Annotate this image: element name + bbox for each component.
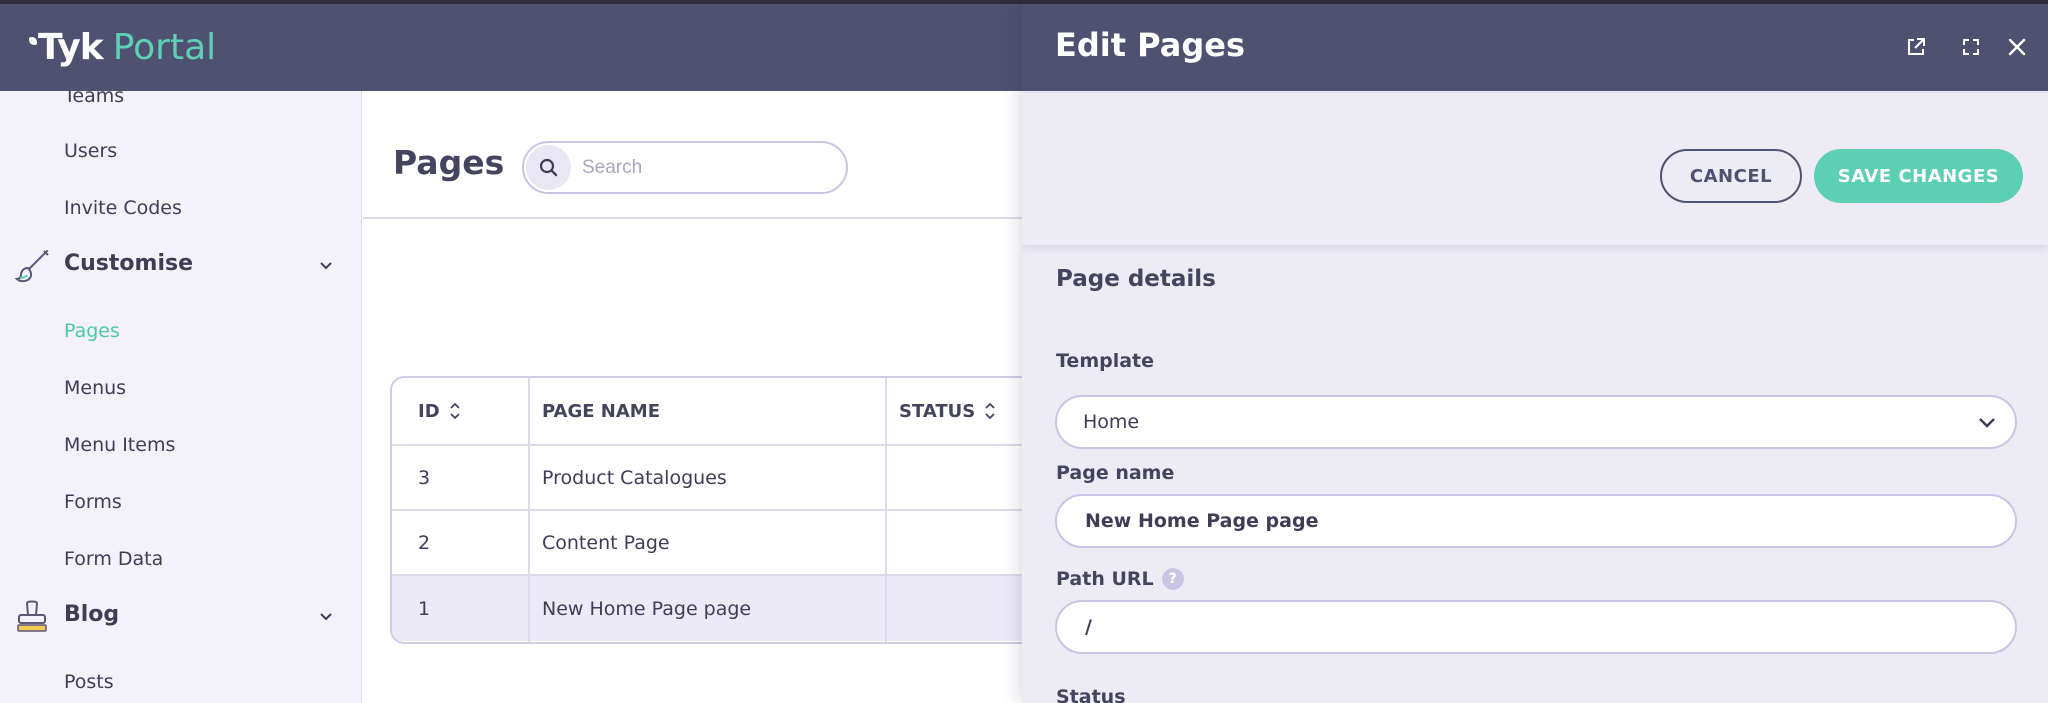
column-divider	[528, 378, 530, 642]
page-name-value: New Home Page page	[1085, 510, 1319, 532]
section-title: Page details	[1056, 266, 1216, 292]
sidebar-item-posts[interactable]: Posts	[64, 671, 114, 693]
cell-page-name: Content Page	[542, 531, 670, 554]
column-header-label: ID	[418, 400, 440, 422]
template-label: Template	[1056, 350, 1155, 372]
search-button[interactable]	[526, 145, 571, 190]
status-label: Status	[1056, 686, 1126, 703]
chevron-down-icon[interactable]	[318, 609, 334, 625]
search-input[interactable]	[582, 153, 832, 183]
cell-page-name: New Home Page page	[542, 597, 752, 620]
table-row[interactable]: 2 Content Page	[392, 511, 1088, 576]
page-name-label: Page name	[1056, 462, 1175, 484]
main-content: Pages ID PAGE NAME STATUS	[363, 91, 1090, 703]
sidebar-group-blog[interactable]: Blog	[0, 597, 361, 637]
cell-id: 3	[418, 466, 431, 489]
close-icon[interactable]	[2005, 35, 2029, 59]
sidebar-item-teams[interactable]: Teams	[64, 91, 124, 107]
sidebar-group-label: Blog	[64, 602, 120, 627]
sidebar-group-label: Customise	[64, 251, 194, 276]
expand-icon[interactable]	[1959, 35, 1983, 59]
column-header-status[interactable]: STATUS	[899, 378, 997, 444]
column-divider	[885, 378, 887, 642]
cell-id: 2	[418, 531, 431, 554]
column-header-label: STATUS	[899, 400, 976, 422]
save-changes-button[interactable]: SAVE CHANGES	[1814, 149, 2023, 203]
logo-leaf-icon	[29, 37, 37, 45]
cancel-button[interactable]: CANCEL	[1660, 149, 1802, 203]
page-title: Pages	[393, 143, 505, 182]
sort-icon[interactable]	[983, 401, 997, 421]
template-select[interactable]: Home	[1055, 395, 2017, 449]
table-row[interactable]: 1 New Home Page page	[392, 576, 1088, 641]
panel-header: Edit Pages	[1022, 4, 2048, 91]
sidebar-item-form-data[interactable]: Form Data	[64, 548, 163, 570]
sidebar-item-users[interactable]: Users	[64, 140, 117, 162]
sidebar: Teams Users Invite Codes Customise Pages…	[0, 91, 362, 703]
chevron-down-icon[interactable]	[318, 258, 334, 274]
page-name-field[interactable]: New Home Page page	[1055, 494, 2017, 548]
search-icon	[539, 158, 558, 177]
paintbrush-icon	[14, 250, 49, 283]
sidebar-item-forms[interactable]: Forms	[64, 491, 122, 513]
search-box[interactable]	[522, 141, 848, 194]
chevron-down-icon	[1979, 418, 1995, 428]
logo-product: Portal	[112, 27, 217, 68]
template-select-value: Home	[1083, 411, 1140, 433]
sidebar-group-customise[interactable]: Customise	[0, 246, 361, 286]
table-row[interactable]: 3 Product Catalogues	[392, 446, 1088, 511]
logo-brand: Tyk	[38, 27, 104, 68]
path-url-value: /	[1085, 616, 1092, 638]
table-header: ID PAGE NAME STATUS	[392, 378, 1088, 446]
cell-id: 1	[418, 597, 431, 620]
edit-pages-panel: Edit Pages CANCEL SAVE CHANGES Page deta…	[1022, 4, 2048, 703]
pages-table: ID PAGE NAME STATUS 3 Product Catalogues	[390, 376, 1090, 644]
column-header-page-name: PAGE NAME	[542, 400, 661, 422]
panel-actions-bar: CANCEL SAVE CHANGES	[1022, 91, 2048, 245]
column-header-id[interactable]: ID	[418, 378, 462, 444]
sidebar-item-menus[interactable]: Menus	[64, 377, 126, 399]
panel-title: Edit Pages	[1055, 26, 1246, 64]
cell-page-name: Product Catalogues	[542, 466, 727, 489]
sidebar-item-pages[interactable]: Pages	[64, 320, 120, 342]
tyk-portal-logo[interactable]: Tyk Portal	[29, 28, 216, 68]
path-url-label-row: Path URL?	[1056, 568, 1184, 590]
sort-icon[interactable]	[448, 401, 462, 421]
open-external-icon[interactable]	[1904, 35, 1928, 59]
sidebar-item-menu-items[interactable]: Menu Items	[64, 434, 175, 456]
divider	[363, 217, 1023, 219]
blog-stamp-icon	[17, 600, 47, 632]
path-url-label: Path URL	[1056, 568, 1154, 590]
help-icon[interactable]: ?	[1161, 568, 1184, 590]
path-url-field[interactable]: /	[1055, 600, 2017, 654]
sidebar-item-invite-codes[interactable]: Invite Codes	[64, 197, 182, 219]
